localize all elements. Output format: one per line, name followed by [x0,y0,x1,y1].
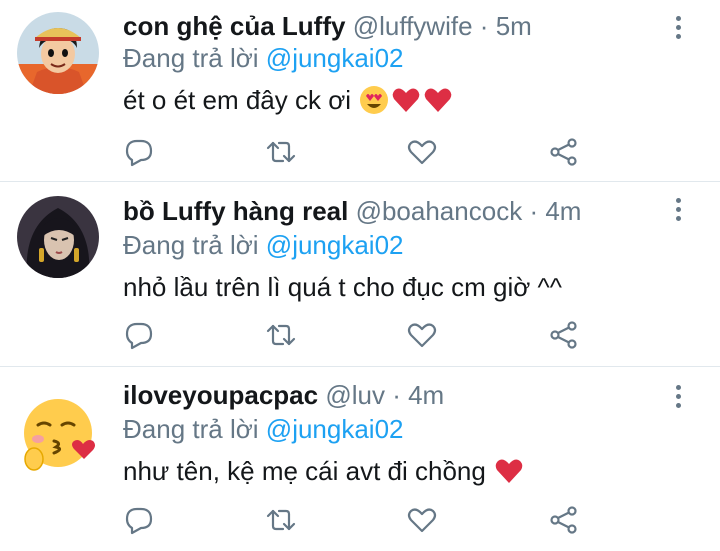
red-heart-emoji [495,459,523,483]
timestamp[interactable]: 5m [496,11,532,41]
display-name[interactable]: bồ Luffy hàng real [123,196,348,226]
tweet-header: bồ Luffy hàng real @boahancock · 4m [123,196,581,226]
heart-eyes-emoji [360,86,389,114]
separator-dot: · [529,196,539,226]
user-handle[interactable]: @boahancock [356,196,523,226]
mention-link[interactable]: @jungkai02 [266,414,404,444]
tweet-text-content: ét o ét em đây ck ơi [123,85,352,115]
mention-link[interactable]: @jungkai02 [266,230,404,260]
tweet-text: nhỏ lầu trên lì quá t cho đục cm giờ ^^ [123,271,562,303]
retweet-icon[interactable] [265,319,297,351]
tweet-text-content: nhỏ lầu trên lì quá t cho đục cm giờ ^^ [123,272,562,302]
display-name[interactable]: iloveyoupacpac [123,380,318,410]
replying-to-label: Đang trả lời [123,230,259,260]
like-icon[interactable] [406,319,438,351]
reply-icon[interactable] [123,136,155,168]
tweet-header: con ghệ của Luffy @luffywife · 5m [123,11,532,41]
replying-to-label: Đang trả lời [123,43,259,73]
kissing-heart-emoji-avatar [24,399,95,471]
avatar[interactable] [17,196,99,278]
red-heart-emoji [392,88,420,112]
like-icon[interactable] [406,136,438,168]
display-name[interactable]: con ghệ của Luffy [123,11,345,41]
share-icon[interactable] [548,136,580,168]
tweet-actions [0,504,720,538]
more-options-icon[interactable] [674,385,682,411]
tweet-item[interactable]: con ghệ của Luffy @luffywife · 5m Đang t… [0,0,720,182]
mention-link[interactable]: @jungkai02 [266,43,404,73]
more-options-icon[interactable] [674,16,682,42]
boa-hancock-avatar-image [17,196,99,278]
luffy-avatar-image [17,12,99,94]
avatar[interactable] [22,395,100,473]
user-handle[interactable]: @luffywife [353,11,473,41]
tweet-item[interactable]: bồ Luffy hàng real @boahancock · 4m Đang… [0,182,720,367]
separator-dot: · [392,380,401,410]
tweet-item[interactable]: iloveyoupacpac @luv · 4m Đang trả lời @j… [0,367,720,551]
retweet-icon[interactable] [265,504,297,536]
timestamp[interactable]: 4m [408,380,444,410]
replying-to-label: Đang trả lời [123,414,259,444]
tweet-actions [0,319,720,353]
like-icon[interactable] [406,504,438,536]
more-options-icon[interactable] [674,198,682,224]
tweet-text: ét o ét em đây ck ơi [123,84,453,116]
avatar[interactable] [17,12,99,94]
replying-to: Đang trả lời @jungkai02 [123,414,404,444]
reply-icon[interactable] [123,319,155,351]
replying-to: Đang trả lời @jungkai02 [123,43,404,73]
retweet-icon[interactable] [265,136,297,168]
tweet-header: iloveyoupacpac @luv · 4m [123,380,444,410]
reply-icon[interactable] [123,504,155,536]
timestamp[interactable]: 4m [545,196,581,226]
share-icon[interactable] [548,319,580,351]
user-handle[interactable]: @luv [325,380,385,410]
tweet-text: như tên, kệ mẹ cái avt đi chồng [123,455,524,487]
replying-to: Đang trả lời @jungkai02 [123,230,404,260]
tweet-actions [0,136,720,170]
tweet-text-content: như tên, kệ mẹ cái avt đi chồng [123,456,486,486]
separator-dot: · [479,11,489,41]
red-heart-emoji [424,88,452,112]
share-icon[interactable] [548,504,580,536]
